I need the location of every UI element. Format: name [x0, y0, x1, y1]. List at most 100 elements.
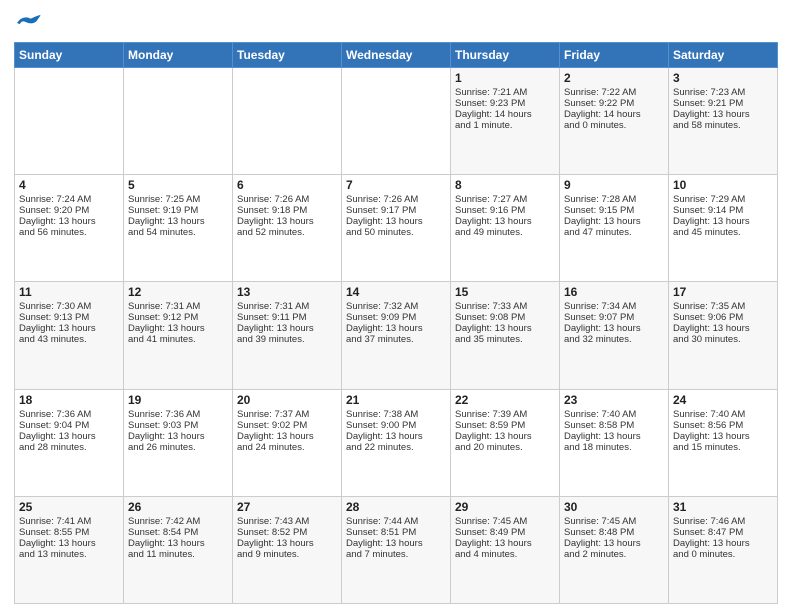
day-number: 21	[346, 393, 446, 407]
calendar-cell	[342, 68, 451, 175]
cell-text: Sunset: 9:02 PM	[237, 420, 337, 431]
day-number: 24	[673, 393, 773, 407]
cell-text: and 4 minutes.	[455, 549, 555, 560]
cell-text: Sunset: 9:03 PM	[128, 420, 228, 431]
calendar-cell: 23Sunrise: 7:40 AMSunset: 8:58 PMDayligh…	[560, 389, 669, 496]
cell-text: and 54 minutes.	[128, 227, 228, 238]
cell-text: Daylight: 14 hours	[564, 109, 664, 120]
cell-text: and 56 minutes.	[19, 227, 119, 238]
cell-text: Daylight: 13 hours	[128, 323, 228, 334]
day-number: 8	[455, 178, 555, 192]
cell-text: Sunrise: 7:31 AM	[128, 301, 228, 312]
cell-text: and 41 minutes.	[128, 334, 228, 345]
day-number: 25	[19, 500, 119, 514]
cell-text: and 9 minutes.	[237, 549, 337, 560]
day-header-friday: Friday	[560, 43, 669, 68]
calendar-cell: 15Sunrise: 7:33 AMSunset: 9:08 PMDayligh…	[451, 282, 560, 389]
day-number: 19	[128, 393, 228, 407]
cell-text: Daylight: 13 hours	[237, 216, 337, 227]
cell-text: Sunset: 8:48 PM	[564, 527, 664, 538]
cell-text: Daylight: 13 hours	[673, 216, 773, 227]
cell-text: Sunset: 9:11 PM	[237, 312, 337, 323]
calendar-cell: 2Sunrise: 7:22 AMSunset: 9:22 PMDaylight…	[560, 68, 669, 175]
day-header-tuesday: Tuesday	[233, 43, 342, 68]
cell-text: Sunset: 8:59 PM	[455, 420, 555, 431]
cell-text: and 58 minutes.	[673, 120, 773, 131]
cell-text: Sunrise: 7:38 AM	[346, 409, 446, 420]
cell-text: Sunset: 9:18 PM	[237, 205, 337, 216]
cell-text: Sunrise: 7:26 AM	[237, 194, 337, 205]
calendar-cell: 3Sunrise: 7:23 AMSunset: 9:21 PMDaylight…	[669, 68, 778, 175]
calendar-cell: 17Sunrise: 7:35 AMSunset: 9:06 PMDayligh…	[669, 282, 778, 389]
cell-text: Sunrise: 7:26 AM	[346, 194, 446, 205]
calendar-cell: 28Sunrise: 7:44 AMSunset: 8:51 PMDayligh…	[342, 496, 451, 603]
cell-text: Sunset: 9:19 PM	[128, 205, 228, 216]
calendar-week-row: 18Sunrise: 7:36 AMSunset: 9:04 PMDayligh…	[15, 389, 778, 496]
day-number: 20	[237, 393, 337, 407]
day-number: 6	[237, 178, 337, 192]
cell-text: Sunrise: 7:33 AM	[455, 301, 555, 312]
cell-text: and 11 minutes.	[128, 549, 228, 560]
cell-text: Sunset: 8:58 PM	[564, 420, 664, 431]
day-number: 4	[19, 178, 119, 192]
cell-text: and 43 minutes.	[19, 334, 119, 345]
cell-text: Sunrise: 7:32 AM	[346, 301, 446, 312]
cell-text: Sunset: 8:49 PM	[455, 527, 555, 538]
calendar-cell: 27Sunrise: 7:43 AMSunset: 8:52 PMDayligh…	[233, 496, 342, 603]
cell-text: Daylight: 13 hours	[237, 538, 337, 549]
cell-text: Sunset: 9:12 PM	[128, 312, 228, 323]
calendar-table: SundayMondayTuesdayWednesdayThursdayFrid…	[14, 42, 778, 604]
cell-text: Sunset: 9:16 PM	[455, 205, 555, 216]
cell-text: Sunset: 9:23 PM	[455, 98, 555, 109]
cell-text: Sunrise: 7:28 AM	[564, 194, 664, 205]
cell-text: Sunrise: 7:40 AM	[673, 409, 773, 420]
cell-text: and 24 minutes.	[237, 442, 337, 453]
logo	[14, 12, 46, 34]
calendar-week-row: 4Sunrise: 7:24 AMSunset: 9:20 PMDaylight…	[15, 175, 778, 282]
cell-text: and 35 minutes.	[455, 334, 555, 345]
day-header-monday: Monday	[124, 43, 233, 68]
day-number: 31	[673, 500, 773, 514]
day-number: 17	[673, 285, 773, 299]
day-number: 1	[455, 71, 555, 85]
cell-text: and 28 minutes.	[19, 442, 119, 453]
cell-text: and 49 minutes.	[455, 227, 555, 238]
cell-text: Sunrise: 7:24 AM	[19, 194, 119, 205]
cell-text: Sunset: 9:22 PM	[564, 98, 664, 109]
cell-text: Sunset: 8:55 PM	[19, 527, 119, 538]
day-number: 18	[19, 393, 119, 407]
cell-text: Daylight: 13 hours	[19, 431, 119, 442]
cell-text: Daylight: 13 hours	[19, 323, 119, 334]
day-number: 14	[346, 285, 446, 299]
cell-text: Sunset: 9:00 PM	[346, 420, 446, 431]
calendar-cell: 30 Sunrise: 7:45 AMSunset: 8:48 PMDayligh…	[560, 496, 669, 603]
cell-text: Sunrise: 7:34 AM	[564, 301, 664, 312]
cell-text: Sunrise: 7:22 AM	[564, 87, 664, 98]
cell-text: Sunrise: 7:45 AM	[564, 516, 664, 527]
calendar-cell: 16Sunrise: 7:34 AMSunset: 9:07 PMDayligh…	[560, 282, 669, 389]
cell-text: Sunrise: 7:39 AM	[455, 409, 555, 420]
cell-text: Sunrise: 7:31 AM	[237, 301, 337, 312]
cell-text: Daylight: 13 hours	[564, 538, 664, 549]
day-number: 30	[564, 500, 664, 514]
cell-text: Sunrise: 7:30 AM	[19, 301, 119, 312]
cell-text: Sunrise: 7:25 AM	[128, 194, 228, 205]
calendar-cell: 11 Sunrise: 7:30 AMSunset: 9:13 PMDayligh…	[15, 282, 124, 389]
cell-text: Daylight: 13 hours	[128, 216, 228, 227]
cell-text: Daylight: 13 hours	[564, 323, 664, 334]
cell-text: Daylight: 13 hours	[346, 431, 446, 442]
cell-text: Sunset: 9:13 PM	[19, 312, 119, 323]
day-number: 11	[19, 285, 119, 299]
day-number: 22	[455, 393, 555, 407]
cell-text: Sunset: 9:08 PM	[455, 312, 555, 323]
cell-text: Sunrise: 7:45 AM	[455, 516, 555, 527]
cell-text: Daylight: 13 hours	[673, 109, 773, 120]
calendar-cell: 22Sunrise: 7:39 AMSunset: 8:59 PMDayligh…	[451, 389, 560, 496]
calendar-cell: 14Sunrise: 7:32 AMSunset: 9:09 PMDayligh…	[342, 282, 451, 389]
cell-text: Sunset: 9:06 PM	[673, 312, 773, 323]
calendar-cell: 24Sunrise: 7:40 AMSunset: 8:56 PMDayligh…	[669, 389, 778, 496]
cell-text: Sunrise: 7:36 AM	[128, 409, 228, 420]
cell-text: and 0 minutes.	[673, 549, 773, 560]
cell-text: Daylight: 13 hours	[128, 431, 228, 442]
cell-text: Daylight: 13 hours	[455, 323, 555, 334]
